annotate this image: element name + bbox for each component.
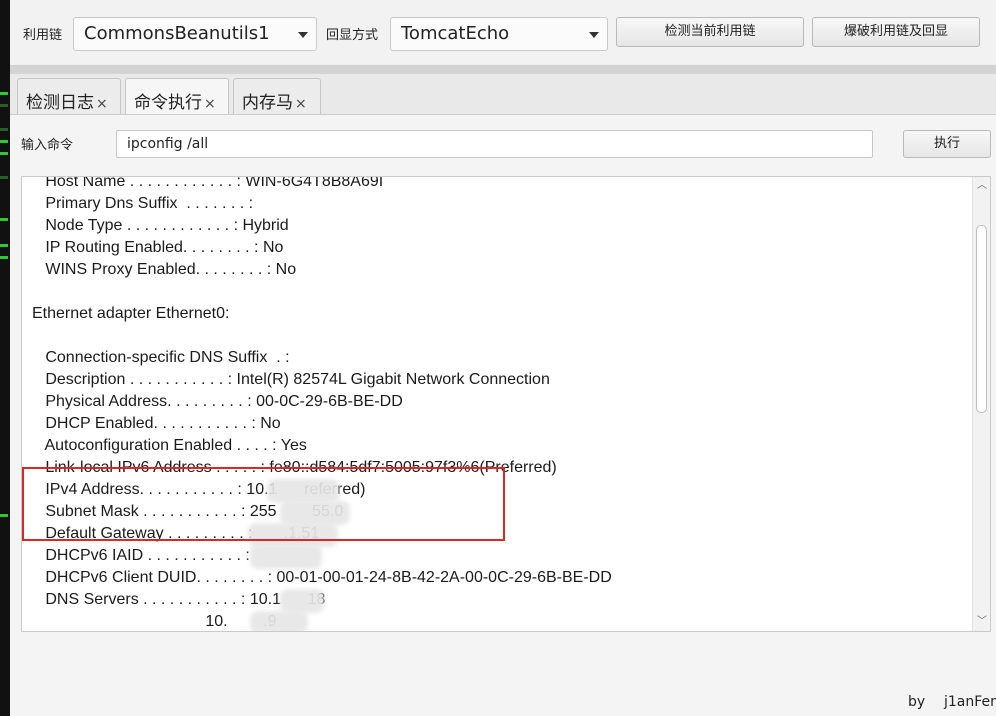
credit-author: j1anFen <box>944 694 996 710</box>
command-panel: 输入命令 执行 Host Name . . . . . . . . . . . … <box>10 114 996 716</box>
output-line: Physical Address. . . . . . . . . : 00-0… <box>32 393 403 410</box>
output-line: Primary Dns Suffix . . . . . . . : <box>32 195 254 212</box>
output-line: Description . . . . . . . . . . . : Inte… <box>32 371 550 388</box>
brute-chain-button[interactable]: 爆破利用链及回显 <box>812 17 980 47</box>
echo-select[interactable]: TomcatEcho <box>390 17 608 51</box>
run-button[interactable]: 执行 <box>903 130 991 158</box>
tab-label: 命令执行 <box>134 93 202 113</box>
command-label: 输入命令 <box>21 138 74 153</box>
toolbar: 利用链 CommonsBeanutils1 回显方式 TomcatEcho 检测… <box>10 0 996 66</box>
output-line: DHCPv6 Client DUID. . . . . . . . : 00-0… <box>32 569 612 586</box>
output-line: Ethernet adapter Ethernet0: <box>32 305 230 322</box>
output-line: DHCP Enabled. . . . . . . . . . . : No <box>32 415 281 432</box>
output-line: DNS Servers . . . . . . . . . . . : 10.1… <box>32 591 326 608</box>
scrollbar-thumb[interactable] <box>976 225 987 413</box>
output-line: 10. .9 <box>32 613 277 630</box>
credit-by: by <box>908 694 926 710</box>
tab-detect-log[interactable]: 检测日志 × <box>17 78 121 114</box>
command-input[interactable] <box>116 130 873 158</box>
redaction-blur <box>250 545 322 569</box>
command-output[interactable]: Host Name . . . . . . . . . . . . : WIN-… <box>21 176 991 632</box>
background-terminal-edge <box>0 0 10 716</box>
chevron-down-icon <box>298 32 308 38</box>
redaction-blur <box>250 611 308 631</box>
chain-select-value: CommonsBeanutils1 <box>84 23 270 44</box>
output-line: WINS Proxy Enabled. . . . . . . . : No <box>32 261 297 278</box>
output-line: DHCPv6 IAID . . . . . . . . . . . : <box>32 547 250 564</box>
output-line: Connection-specific DNS Suffix . : <box>32 349 290 366</box>
tab-label: 检测日志 <box>26 93 94 113</box>
output-line: Host Name . . . . . . . . . . . . : WIN-… <box>32 176 384 190</box>
chain-label: 利用链 <box>23 28 63 43</box>
tab-memory-shell[interactable]: 内存马 × <box>233 78 321 114</box>
scroll-down-icon[interactable]: ﹀ <box>977 617 987 627</box>
detect-chain-button[interactable]: 检测当前利用链 <box>616 17 804 47</box>
tab-bar: 检测日志 × 命令执行 × 内存马 × <box>10 74 996 115</box>
highlight-box <box>22 467 505 541</box>
output-line: Autoconfiguration Enabled . . . . : Yes <box>32 437 307 454</box>
close-icon[interactable]: × <box>96 96 108 112</box>
vertical-scrollbar[interactable]: ︿ ﹀ <box>972 177 990 631</box>
close-icon[interactable]: × <box>204 96 216 112</box>
output-text: Host Name . . . . . . . . . . . . : WIN-… <box>32 176 972 631</box>
output-line: Node Type . . . . . . . . . . . . : Hybr… <box>32 217 289 234</box>
redaction-blur <box>280 589 324 613</box>
scroll-up-icon[interactable]: ︿ <box>977 181 987 191</box>
tab-command-exec[interactable]: 命令执行 × <box>125 78 229 115</box>
separator-band <box>10 66 996 74</box>
tab-label: 内存马 <box>242 93 293 113</box>
output-line: IP Routing Enabled. . . . . . . . : No <box>32 239 284 256</box>
close-icon[interactable]: × <box>295 96 307 112</box>
chain-select[interactable]: CommonsBeanutils1 <box>73 17 317 51</box>
echo-label: 回显方式 <box>326 28 379 43</box>
echo-select-value: TomcatEcho <box>401 23 510 44</box>
chevron-down-icon <box>589 32 599 38</box>
